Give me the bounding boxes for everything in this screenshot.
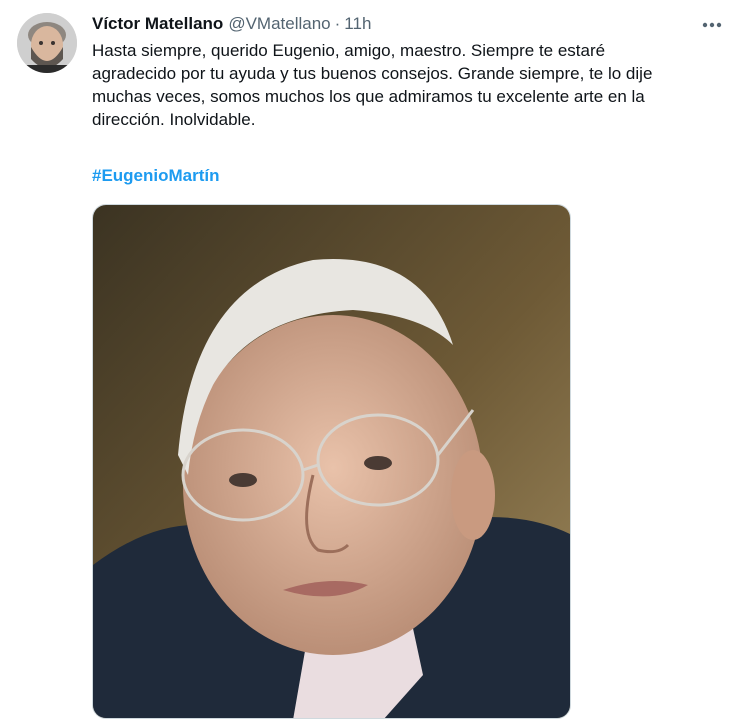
author-name[interactable]: Víctor Matellano bbox=[92, 14, 223, 34]
tweet-header: Víctor Matellano @VMatellano · 11h bbox=[92, 14, 371, 36]
hashtag-link[interactable]: #EugenioMartín bbox=[92, 166, 220, 186]
tweet-photo[interactable] bbox=[92, 204, 571, 719]
tweet-body: Hasta siempre, querido Eugenio, amigo, m… bbox=[92, 39, 722, 131]
more-options-button[interactable] bbox=[697, 13, 727, 37]
avatar-image bbox=[17, 13, 77, 73]
more-horizontal-icon bbox=[702, 22, 722, 28]
portrait-photo bbox=[93, 205, 570, 718]
author-handle[interactable]: @VMatellano bbox=[228, 14, 330, 34]
avatar[interactable] bbox=[17, 13, 77, 73]
tweet-text: Hasta siempre, querido Eugenio, amigo, m… bbox=[92, 41, 653, 129]
tweet: Víctor Matellano @VMatellano · 11h Hasta… bbox=[0, 0, 733, 719]
separator-dot: · bbox=[334, 14, 341, 33]
tweet-timestamp[interactable]: 11h bbox=[344, 14, 371, 34]
